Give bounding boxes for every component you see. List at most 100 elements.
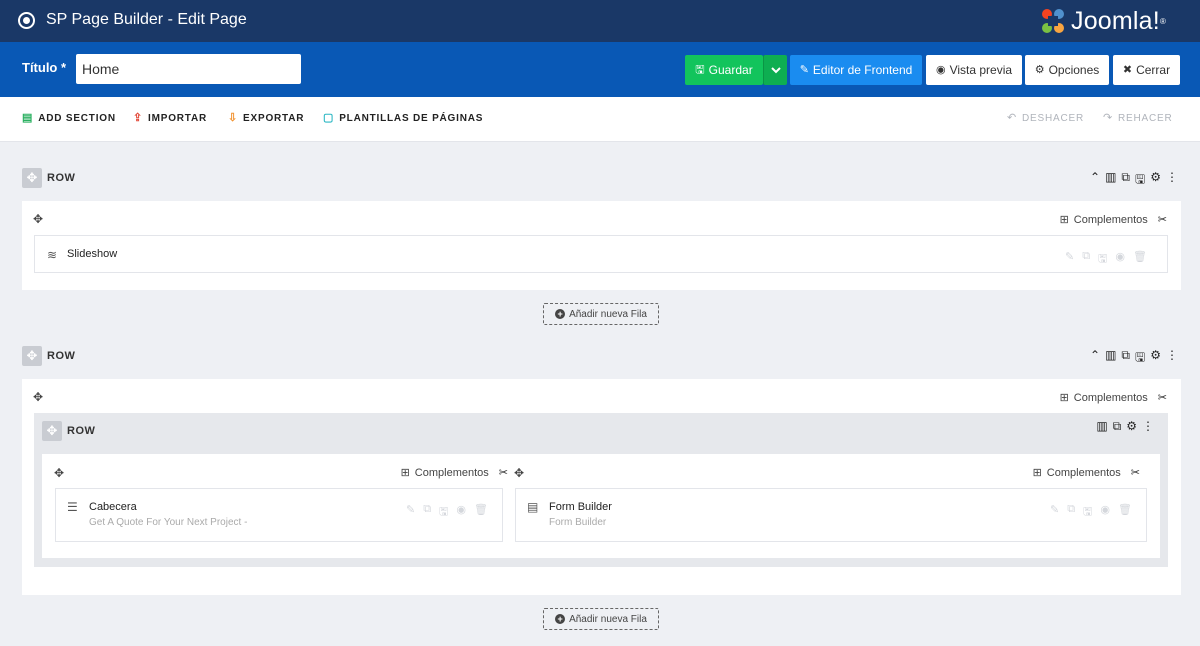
undo-icon: ↶: [1007, 112, 1018, 124]
collapse-icon[interactable]: ⌃: [1090, 348, 1100, 369]
undo-label: DESHACER: [1022, 113, 1084, 124]
tools-icon[interactable]: ✂: [1158, 391, 1167, 404]
page-templates-label: PLANTILLAS DE PÁGINAS: [339, 113, 484, 124]
move-icon[interactable]: ✥: [33, 390, 43, 404]
close-icon: ✖: [1122, 63, 1133, 76]
upload-icon: ⇪: [133, 112, 144, 124]
copy-icon[interactable]: ⧉: [1121, 170, 1130, 191]
addons-label: Complementos: [1073, 213, 1148, 226]
gear-icon: ⚙: [1034, 63, 1045, 76]
addon-card[interactable]: ☰ Cabecera Get A Quote For Your Next Pro…: [55, 488, 503, 542]
move-icon[interactable]: ✥: [33, 212, 43, 226]
copy-icon[interactable]: ⧉: [423, 503, 431, 522]
addons-button[interactable]: ⊞ Complementos ✂: [1060, 213, 1167, 227]
copy-icon[interactable]: ⧉: [1121, 348, 1130, 369]
more-icon[interactable]: ⋮: [1142, 419, 1154, 434]
edit-icon[interactable]: ✎: [1065, 250, 1074, 269]
frontend-editor-button[interactable]: ✎ Editor de Frontend: [790, 55, 922, 85]
row-tools: ⌃ ▥ ⧉ 🖫 ⚙ ⋮: [1090, 170, 1178, 191]
close-button[interactable]: ✖ Cerrar: [1113, 55, 1180, 85]
trash-icon[interactable]: 🗑: [1118, 503, 1132, 522]
collapse-icon[interactable]: ⌃: [1090, 170, 1100, 191]
edit-icon[interactable]: ✎: [406, 503, 415, 522]
more-icon[interactable]: ⋮: [1166, 348, 1178, 369]
preview-button[interactable]: ◉ Vista previa: [926, 55, 1022, 85]
more-icon[interactable]: ⋮: [1166, 170, 1178, 191]
save-icon[interactable]: 🖫: [1083, 503, 1092, 522]
tools-icon[interactable]: ✂: [1158, 213, 1167, 226]
move-icon[interactable]: ✥: [514, 466, 524, 480]
inner-row: ✥ ROW ▥ ⧉ ⚙ ⋮ ✥ ⊞ Complementos ✂ ☰ Cabec…: [34, 413, 1168, 567]
page-templates-button[interactable]: ▢ PLANTILLAS DE PÁGINAS: [323, 112, 484, 125]
templates-icon: ▢: [323, 112, 335, 124]
row-drag-handle[interactable]: ✥: [22, 346, 42, 366]
addon-card[interactable]: ≋ Slideshow ✎ ⧉ 🖫 ◉ 🗑: [34, 235, 1168, 273]
addon-title: Cabecera: [89, 501, 137, 513]
save-icon: 🖫: [695, 63, 705, 76]
plus-icon: +: [555, 309, 566, 319]
form-icon: ▤: [527, 500, 539, 514]
action-bar: ▤ ADD SECTION ⇪ IMPORTAR ⇩ EXPORTAR ▢ PL…: [0, 97, 1200, 142]
copy-icon[interactable]: ⧉: [1082, 250, 1090, 269]
trash-icon[interactable]: 🗑: [474, 503, 488, 522]
title-input[interactable]: [76, 54, 301, 84]
copy-icon[interactable]: ⧉: [1067, 503, 1075, 522]
addons-button[interactable]: ⊞ Complementos ✂: [1059, 391, 1167, 405]
add-addon-icon: ⊞: [1059, 392, 1069, 404]
save-button-label: Guardar: [708, 63, 753, 77]
copy-icon[interactable]: ⧉: [1113, 419, 1122, 434]
inner-row-drag-handle[interactable]: ✥: [42, 421, 62, 441]
add-section-label: ADD SECTION: [38, 113, 116, 124]
edit-icon[interactable]: ✎: [1050, 503, 1059, 522]
save-button[interactable]: 🖫 Guardar: [685, 55, 763, 85]
add-row-button[interactable]: + Añadir nueva Fila: [543, 608, 659, 630]
export-button[interactable]: ⇩ EXPORTAR: [228, 113, 304, 125]
addons-label: Complementos: [1073, 391, 1148, 404]
columns-icon[interactable]: ▥: [1105, 348, 1116, 369]
addons-button[interactable]: ⊞ Complementos ✂: [401, 466, 508, 480]
add-section-icon: ▤: [22, 112, 34, 124]
addons-button[interactable]: ⊞ Complementos ✂: [1033, 466, 1140, 480]
preview-label: Vista previa: [949, 63, 1013, 77]
column: ✥ ⊞ Complementos ✂ ☰ Cabecera Get A Quot…: [42, 454, 508, 558]
save-icon[interactable]: 🖫: [1135, 170, 1145, 191]
addon-actions: ✎ ⧉ 🖫 ◉ 🗑: [1065, 250, 1147, 269]
addon-actions: ✎ ⧉ 🖫 ◉ 🗑: [406, 503, 488, 522]
redo-label: REHACER: [1118, 113, 1173, 124]
tools-icon[interactable]: ✂: [1131, 466, 1140, 479]
eye-icon[interactable]: ◉: [1115, 250, 1125, 269]
logo-reg: ®: [1159, 16, 1166, 26]
row-label: ROW: [47, 172, 76, 184]
plus-icon: +: [555, 614, 566, 624]
save-icon[interactable]: 🖫: [1098, 250, 1107, 269]
columns-icon[interactable]: ▥: [1105, 170, 1116, 191]
edit-icon: ✎: [799, 63, 809, 76]
app-header: SP Page Builder - Edit Page Joomla! ®: [0, 0, 1200, 42]
options-button[interactable]: ⚙ Opciones: [1025, 55, 1109, 85]
columns-icon[interactable]: ▥: [1096, 419, 1107, 434]
save-icon[interactable]: 🖫: [439, 503, 448, 522]
trash-icon[interactable]: 🗑: [1133, 250, 1147, 269]
addon-card[interactable]: ▤ Form Builder Form Builder ✎ ⧉ 🖫 ◉ 🗑: [515, 488, 1147, 542]
add-section-button[interactable]: ▤ ADD SECTION: [22, 112, 116, 125]
tools-icon[interactable]: ✂: [499, 466, 508, 479]
row-drag-handle[interactable]: ✥: [22, 168, 42, 188]
save-icon[interactable]: 🖫: [1135, 348, 1145, 369]
import-button[interactable]: ⇪ IMPORTAR: [133, 112, 207, 125]
addon-actions: ✎ ⧉ 🖫 ◉ 🗑: [1050, 503, 1132, 522]
title-label: Título *: [22, 60, 67, 75]
options-label: Opciones: [1048, 63, 1100, 77]
settings-icon[interactable]: ⚙: [1150, 170, 1161, 191]
addon-title: Form Builder: [549, 501, 612, 513]
eye-icon[interactable]: ◉: [1100, 503, 1110, 522]
save-dropdown-button[interactable]: [763, 55, 787, 85]
settings-icon[interactable]: ⚙: [1150, 348, 1161, 369]
row-header: ✥ ROW ⌃ ▥ ⧉ 🖫 ⚙ ⋮: [22, 346, 1178, 366]
settings-icon[interactable]: ⚙: [1126, 419, 1137, 434]
undo-button[interactable]: ↶ DESHACER: [1007, 112, 1084, 125]
move-icon[interactable]: ✥: [54, 466, 64, 480]
eye-icon[interactable]: ◉: [456, 503, 466, 522]
redo-button[interactable]: ↷ REHACER: [1103, 113, 1173, 125]
addon-subtitle: Get A Quote For Your Next Project -: [89, 517, 248, 528]
add-row-button[interactable]: + Añadir nueva Fila: [543, 303, 659, 325]
